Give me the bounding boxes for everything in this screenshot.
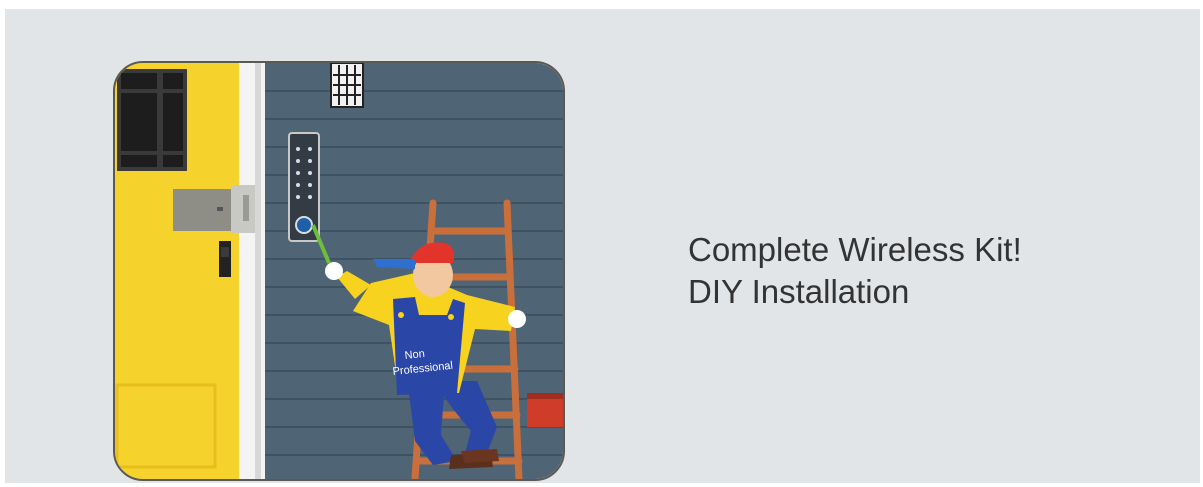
wall-lamp (330, 63, 364, 108)
door-window (117, 69, 187, 171)
overalls-text-line1: Non (404, 348, 425, 362)
headline-line-2: DIY Installation (688, 273, 910, 310)
headline-line-1: Complete Wireless Kit! (688, 231, 1022, 268)
lock-box (173, 185, 255, 233)
product-banner: Non Professional Complete Wireless Kit! … (5, 9, 1200, 483)
toolbox (527, 393, 563, 427)
headline: Complete Wireless Kit! DIY Installation (688, 229, 1022, 313)
installation-illustration: Non Professional (113, 61, 565, 481)
door-handle (219, 241, 231, 277)
